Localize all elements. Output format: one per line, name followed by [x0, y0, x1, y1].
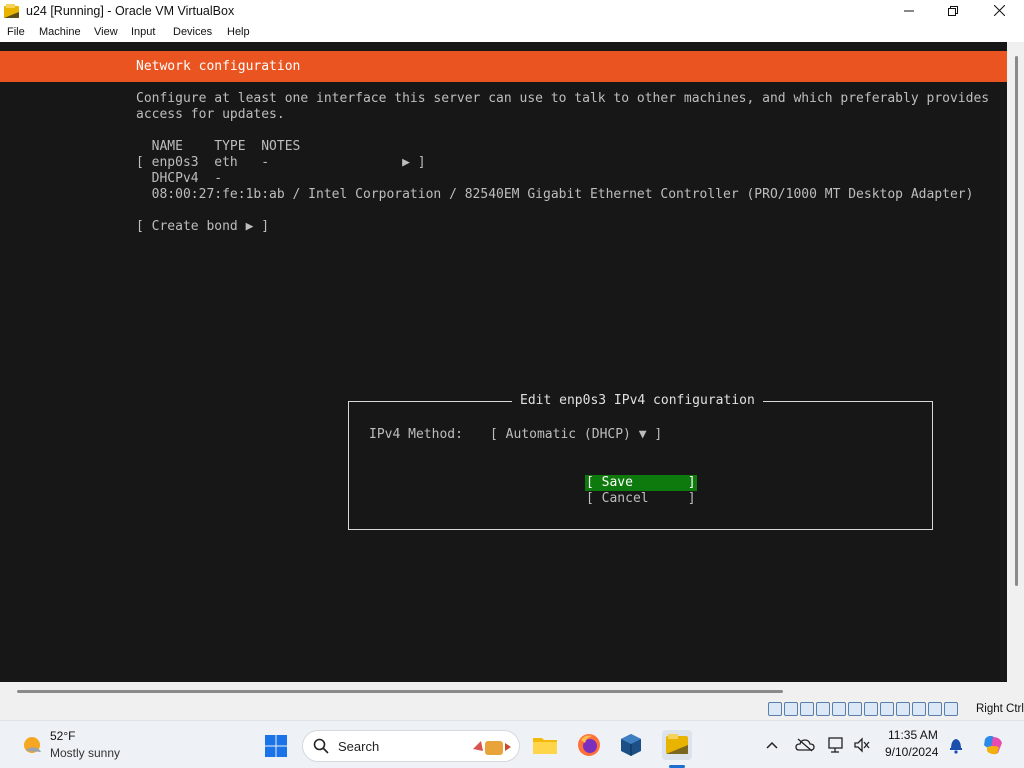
- window-titlebar: u24 [Running] - Oracle VM VirtualBox: [0, 0, 1024, 24]
- host-key-label: Right Ctrl: [976, 703, 1024, 715]
- vm-screen[interactable]: Network configuration Configure at least…: [0, 42, 1007, 682]
- search-label: Search: [338, 739, 380, 754]
- minimize-button[interactable]: [886, 0, 932, 24]
- shared-folders-icon[interactable]: [848, 702, 862, 716]
- close-icon: [993, 3, 1005, 21]
- edit-ipv4-dialog: Edit enp0s3 IPv4 configuration IPv4 Meth…: [348, 393, 933, 530]
- keyboard-capture-icon[interactable]: [928, 702, 942, 716]
- network-ethernet-icon[interactable]: [826, 735, 846, 755]
- display-icon[interactable]: [864, 702, 878, 716]
- minimize-icon: [904, 3, 914, 21]
- create-bond-button[interactable]: [ Create bond ▶ ]: [136, 219, 269, 235]
- interface-enp0s3-row[interactable]: [ enp0s3 eth - ▶ ]: [136, 155, 426, 171]
- weather-description[interactable]: Mostly sunny: [50, 746, 120, 760]
- menu-bar: File Machine View Input Devices Help: [0, 24, 1024, 42]
- chevron-up-icon[interactable]: [762, 735, 782, 755]
- vm-horizontal-scrollbar[interactable]: [17, 690, 783, 693]
- virtualbox-icon[interactable]: [616, 730, 646, 760]
- interface-dhcp-row: DHCPv4 -: [136, 171, 223, 186]
- recording-icon[interactable]: [880, 702, 894, 716]
- vm-vertical-scrollbar[interactable]: [1007, 42, 1024, 682]
- windows-taskbar: 52°F Mostly sunny Search 11:35 AM 9/10/2…: [0, 720, 1024, 768]
- file-explorer-icon[interactable]: [530, 730, 560, 760]
- vbox-status-icons: [768, 702, 958, 716]
- clock-time[interactable]: 11:35 AM: [888, 728, 938, 742]
- menu-help[interactable]: Help: [227, 26, 250, 38]
- search-highlight-icon: [469, 735, 513, 764]
- search-icon: [313, 738, 329, 759]
- weather-temperature[interactable]: 52°F: [50, 729, 75, 743]
- vbox-status-bar: Right Ctrl: [0, 682, 1024, 720]
- interface-hardware-row: 08:00:27:fe:1b:ab / Intel Corporation / …: [136, 187, 974, 202]
- optical-drive-icon[interactable]: [784, 702, 798, 716]
- usb-icon[interactable]: [832, 702, 846, 716]
- cpu-icon[interactable]: [896, 702, 910, 716]
- mouse-integration-icon[interactable]: [912, 702, 926, 716]
- menu-file[interactable]: File: [7, 26, 25, 38]
- restore-icon: [948, 3, 958, 21]
- speaker-muted-icon[interactable]: [852, 735, 872, 755]
- save-button[interactable]: [ Save ]: [586, 475, 696, 491]
- ipv4-method-dropdown[interactable]: [ Automatic (DHCP) ▼ ]: [490, 427, 662, 443]
- audio-icon[interactable]: [800, 702, 814, 716]
- ipv4-method-label: IPv4 Method:: [369, 427, 463, 442]
- close-button[interactable]: [976, 0, 1022, 24]
- dialog-title: Edit enp0s3 IPv4 configuration: [512, 393, 763, 409]
- menu-view[interactable]: View: [94, 26, 118, 38]
- network-icon[interactable]: [816, 702, 830, 716]
- taskbar-search-box[interactable]: Search: [302, 730, 520, 762]
- notification-bell-icon[interactable]: [946, 735, 966, 755]
- host-key-icon[interactable]: [944, 702, 958, 716]
- weather-sun-icon[interactable]: [20, 733, 44, 757]
- virtualbox-vm-icon: [3, 3, 20, 20]
- menu-machine[interactable]: Machine: [39, 26, 81, 38]
- copilot-icon[interactable]: [980, 732, 1006, 758]
- interface-column-headers: NAME TYPE NOTES: [136, 139, 301, 154]
- windows-start-icon[interactable]: [264, 734, 288, 758]
- window-title: u24 [Running] - Oracle VM VirtualBox: [26, 4, 235, 18]
- menu-input[interactable]: Input: [131, 26, 155, 38]
- description-line-1: Configure at least one interface this se…: [136, 91, 990, 106]
- menu-devices[interactable]: Devices: [173, 26, 212, 38]
- onedrive-offline-icon[interactable]: [795, 735, 815, 755]
- installer-title: Network configuration: [136, 59, 301, 74]
- clock-date[interactable]: 9/10/2024: [885, 745, 938, 759]
- vertical-scroll-thumb[interactable]: [1015, 56, 1018, 586]
- description-line-2: access for updates.: [136, 107, 285, 122]
- firefox-icon[interactable]: [574, 730, 604, 760]
- cancel-button[interactable]: [ Cancel ]: [586, 491, 696, 507]
- running-vm-icon[interactable]: [662, 730, 692, 760]
- hard-disk-icon[interactable]: [768, 702, 782, 716]
- restore-button[interactable]: [930, 0, 976, 24]
- installer-header: Network configuration: [0, 51, 1007, 82]
